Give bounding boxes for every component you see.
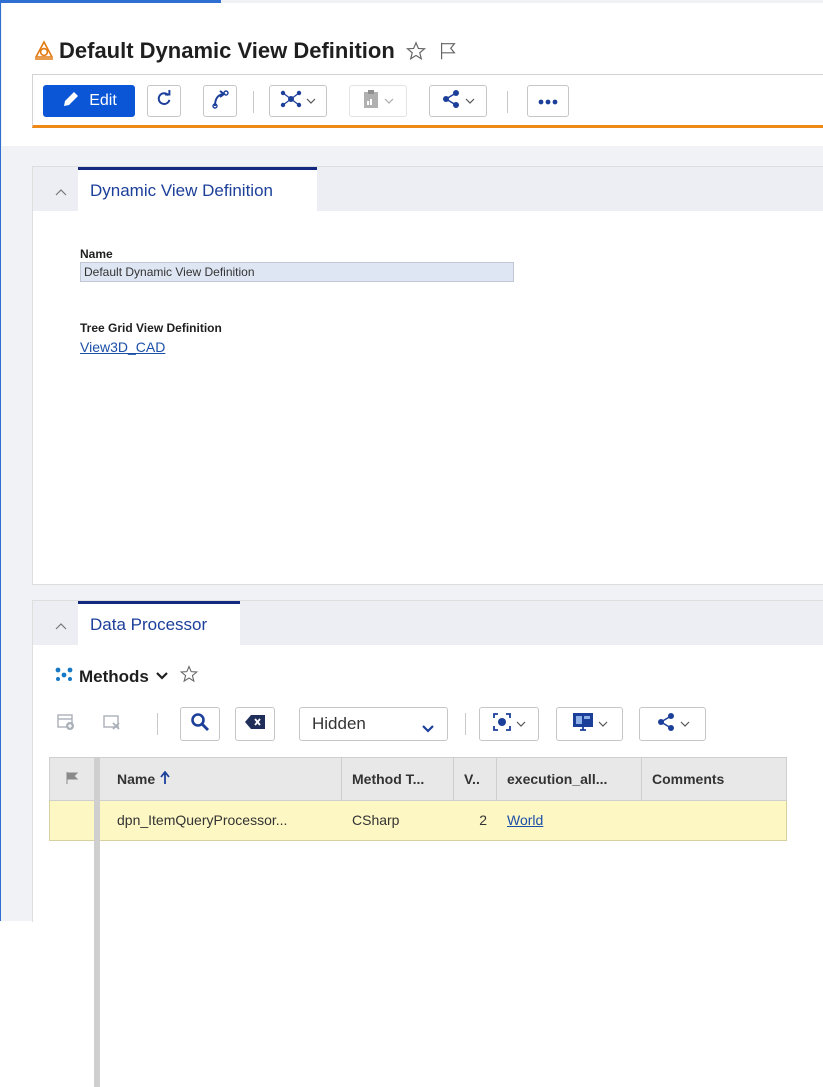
form-panel: Dynamic View Definition Name Default Dyn… [32, 166, 823, 585]
toolbar-divider [253, 91, 254, 113]
methods-icon [55, 667, 73, 686]
cell-name[interactable]: dpn_ItemQueryProcessor... [101, 801, 342, 839]
flag-column-header[interactable] [50, 758, 95, 800]
column-header-version[interactable]: V.. [454, 758, 497, 800]
item-header: Default Dynamic View Definition Edit [2, 3, 823, 146]
chevron-down-icon [306, 92, 316, 110]
grid-row-gutter [94, 757, 100, 1087]
chevron-down-icon [516, 715, 526, 733]
edit-button[interactable]: Edit [43, 85, 135, 117]
chevron-down-icon [384, 92, 394, 110]
cell-version[interactable]: 2 [454, 801, 497, 839]
chevron-up-icon[interactable] [55, 183, 67, 201]
more-icon [538, 92, 558, 110]
add-row-icon [56, 713, 76, 736]
title-row: Default Dynamic View Definition [34, 36, 459, 66]
page-title: Default Dynamic View Definition [59, 38, 395, 63]
search-icon [190, 712, 210, 737]
item-toolbar: Edit [32, 74, 823, 128]
chevron-down-icon[interactable] [155, 668, 169, 686]
name-label: Name [80, 247, 113, 261]
share-icon [441, 89, 461, 114]
view-select-value: Hidden [312, 714, 366, 733]
layout-menu-button[interactable] [556, 707, 623, 741]
table-row[interactable]: dpn_ItemQueryProcessor... CSharp 2 World [49, 801, 787, 841]
column-header-execution-allowed[interactable]: execution_all... [497, 758, 642, 800]
view-select[interactable]: Hidden [299, 707, 448, 741]
report-menu-button[interactable] [349, 85, 407, 117]
pencil-icon [61, 89, 81, 114]
edit-label: Edit [89, 92, 117, 109]
share-menu-button[interactable] [639, 707, 706, 741]
camera-menu-button[interactable] [479, 707, 539, 741]
cell-comments[interactable] [642, 801, 787, 839]
methods-title: Methods [79, 666, 149, 686]
column-header-comments[interactable]: Comments [642, 758, 787, 800]
delete-row-icon [102, 713, 122, 736]
execution-allowed-link[interactable]: World [507, 812, 543, 828]
ribbon-divider [465, 713, 466, 735]
column-header-label: Name [117, 771, 156, 787]
camera-icon [492, 712, 512, 737]
flag-icon [65, 771, 79, 788]
search-button[interactable] [180, 707, 220, 741]
cell-execution-allowed[interactable]: World [497, 801, 642, 839]
tab-dynamic-view-definition[interactable]: Dynamic View Definition [78, 167, 317, 211]
app-frame: Default Dynamic View Definition Edit Dyn… [0, 0, 823, 1087]
chevron-down-icon [598, 715, 608, 733]
clear-icon [244, 714, 266, 735]
grid-header: Name Method T... V.. execution_all... Co… [49, 757, 787, 801]
network-icon [280, 89, 302, 114]
tab-data-processor[interactable]: Data Processor [78, 601, 240, 645]
name-field[interactable]: Default Dynamic View Definition [80, 262, 514, 282]
column-header-method-type[interactable]: Method T... [342, 758, 454, 800]
flag-icon[interactable] [437, 40, 459, 62]
delete-row-button[interactable] [95, 707, 129, 741]
tree-grid-label: Tree Grid View Definition [80, 321, 222, 335]
ribbon-divider [157, 713, 158, 735]
refresh-icon [155, 89, 173, 113]
workflow-button[interactable] [203, 85, 237, 117]
share-menu-button[interactable] [429, 85, 487, 117]
workflow-icon [210, 89, 230, 114]
refresh-button[interactable] [147, 85, 181, 117]
star-icon[interactable] [179, 664, 199, 689]
chevron-down-icon [421, 719, 435, 739]
relationship-panel: Data Processor Methods Hidden Name Metho… [32, 600, 823, 1087]
layout-icon [572, 712, 594, 737]
column-header-name[interactable]: Name [101, 758, 342, 800]
item-type-icon [33, 40, 55, 67]
sort-asc-icon [160, 770, 170, 788]
chevron-up-icon[interactable] [55, 617, 67, 635]
chevron-down-icon [680, 715, 690, 733]
clear-search-button[interactable] [235, 707, 275, 741]
chevron-down-icon [465, 92, 475, 110]
cell-method-type[interactable]: CSharp [342, 801, 454, 839]
form-panel-header: Dynamic View Definition [33, 167, 823, 211]
methods-header: Methods [55, 664, 199, 689]
report-icon [362, 89, 380, 114]
more-button[interactable] [527, 85, 569, 117]
tree-grid-link[interactable]: View3D_CAD [80, 339, 165, 355]
toolbar-divider [507, 91, 508, 113]
share-icon [656, 712, 676, 737]
add-row-button[interactable] [49, 707, 83, 741]
star-icon[interactable] [405, 40, 427, 62]
relationship-panel-header: Data Processor [33, 601, 823, 645]
network-menu-button[interactable] [269, 85, 327, 117]
